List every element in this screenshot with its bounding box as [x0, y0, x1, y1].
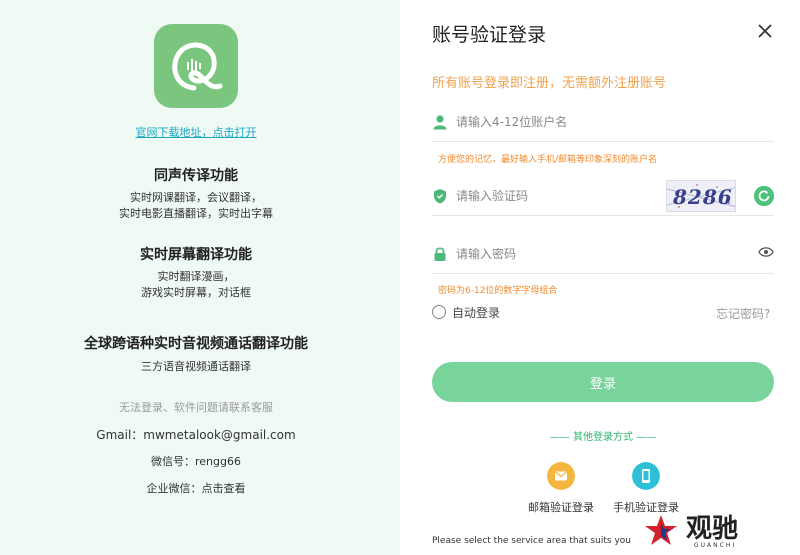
login-form-panel: 账号验证登录 所有账号登录即注册，无需额外注册账号 方便您的记忆，最好输入手机/… — [400, 0, 800, 555]
register-notice: 所有账号登录即注册，无需额外注册账号 — [432, 76, 667, 91]
support-note: 无法登录、软件问题请联系客服 — [119, 401, 273, 414]
user-icon — [433, 115, 447, 130]
password-field — [432, 234, 774, 274]
email-login-label[interactable]: 邮箱验证登录 — [528, 499, 594, 515]
eye-icon[interactable] — [758, 246, 774, 258]
account-field — [432, 102, 774, 142]
feature-title-interpretation: 同声传译功能 — [154, 168, 238, 184]
forgot-password-link[interactable]: 忘记密码? — [716, 305, 770, 322]
feature-line: 实时网课翻译，会议翻译， — [130, 191, 262, 204]
watermark-text: 观驰 — [686, 514, 739, 544]
wechat-contact: 微信号：rengg66 — [151, 455, 241, 468]
guanchi-watermark: 观驰 GUANCHI — [644, 508, 764, 552]
email-icon[interactable] — [547, 462, 575, 490]
shield-icon — [434, 189, 446, 204]
info-panel: 官网下载地址，点击打开 同声传译功能 实时网课翻译，会议翻译， 实时电影直播翻译… — [0, 0, 400, 555]
auto-login-label: 自动登录 — [452, 305, 501, 320]
feature-title-call: 全球跨语种实时音视频通话翻译功能 — [84, 336, 308, 352]
feature-line: 三方语音视频通话翻译 — [141, 360, 251, 373]
watermark-subtext: GUANCHI — [694, 542, 737, 549]
work-wechat-link[interactable]: 企业微信：点击查看 — [0, 480, 392, 496]
download-link[interactable]: 官网下载地址，点击打开 — [0, 124, 392, 140]
feature-title-screen: 实时屏幕翻译功能 — [140, 247, 252, 263]
feature-line: 实时电影直播翻译，实时出字幕 — [119, 207, 273, 220]
star-logo-icon — [645, 515, 677, 545]
login-page: 官网下载地址，点击打开 同声传译功能 实时网课翻译，会议翻译， 实时电影直播翻译… — [0, 0, 800, 555]
other-login-divider: —— 其他登录方式 —— — [549, 432, 657, 443]
app-logo — [154, 24, 238, 108]
close-icon[interactable] — [756, 22, 774, 40]
gmail-contact: Gmail：mwmetalook@gmail.com — [96, 428, 296, 442]
voice-logo-icon — [172, 42, 223, 91]
page-title: 账号验证登录 — [432, 24, 547, 46]
auto-login-toggle[interactable]: 自动登录 — [432, 304, 500, 320]
service-area-note: Please select the service area that suit… — [432, 536, 631, 546]
auto-login-radio[interactable] — [432, 305, 446, 319]
refresh-icon[interactable] — [754, 186, 774, 206]
captcha-image[interactable]: 8286 — [666, 180, 736, 212]
feature-line: 实时翻译漫画， — [157, 270, 235, 283]
login-button[interactable]: 登录 — [432, 362, 774, 402]
phone-icon[interactable] — [632, 462, 660, 490]
password-hint: 密码为6-12位的数字字母组合 — [438, 286, 558, 296]
lock-icon — [434, 247, 446, 261]
account-input[interactable] — [456, 110, 676, 134]
account-hint: 方便您的记忆，最好输入手机/邮箱等印象深刻的账户名 — [438, 155, 658, 165]
feature-line: 游戏实时屏幕，对话框 — [141, 286, 251, 299]
password-input[interactable] — [456, 242, 676, 266]
code-input[interactable] — [456, 184, 676, 208]
captcha-text: 8286 — [673, 185, 733, 209]
